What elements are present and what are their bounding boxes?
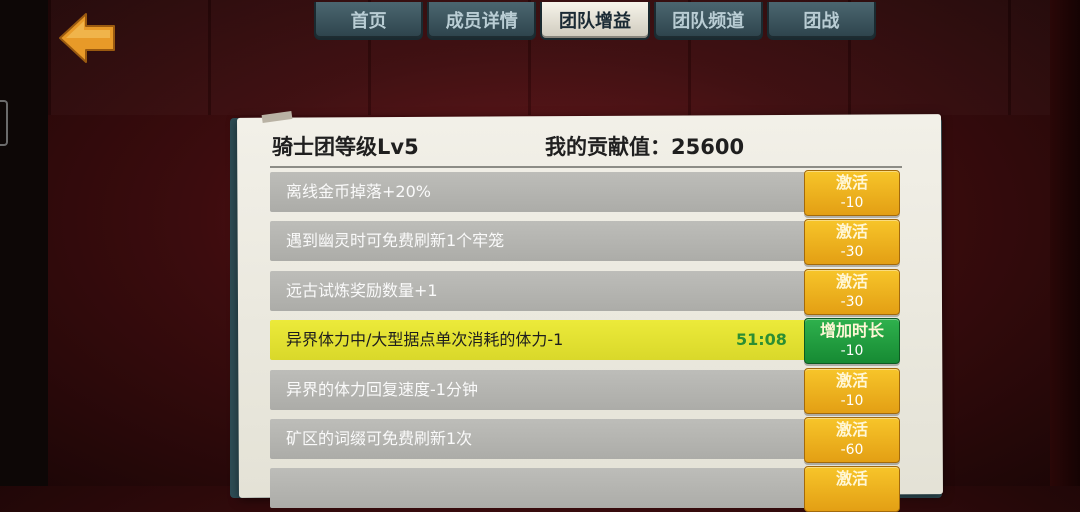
back-arrow-icon[interactable] (56, 8, 122, 66)
buff-label: 异界体力中/大型据点单次消耗的体力-1 (286, 330, 564, 349)
activate-button[interactable]: 激活 (804, 466, 900, 512)
buff-label: 异界的体力回复速度-1分钟 (286, 380, 478, 399)
activate-button[interactable]: 激活 -60 (804, 417, 900, 463)
button-label: 增加时长 (819, 321, 884, 340)
panel-header: 骑士团等级Lv5 我的贡献值：25600 (272, 131, 902, 165)
button-cost: -60 (840, 442, 864, 458)
button-label: 激活 (835, 272, 868, 291)
buff-label: 遇到幽灵时可免费刷新1个牢笼 (286, 231, 505, 250)
buff-timer: 51:08 (736, 330, 787, 349)
button-label: 激活 (835, 222, 868, 241)
button-cost: -10 (840, 343, 864, 359)
left-edge (0, 0, 48, 486)
contribution-value: 我的贡献值：25600 (545, 135, 745, 159)
buff-row: 远古试炼奖励数量+1 激活 -30 (270, 267, 900, 315)
buff-label: 远古试炼奖励数量+1 (286, 281, 438, 300)
guild-level: 骑士团等级Lv5 (272, 135, 419, 159)
buff-row: 激活 (270, 464, 900, 512)
buff-row: 遇到幽灵时可免费刷新1个牢笼 激活 -30 (270, 217, 900, 265)
buff-row-active: 异界体力中/大型据点单次消耗的体力-1 51:08 增加时长 -10 (270, 316, 900, 364)
button-cost: -10 (840, 393, 864, 409)
side-drawer-handle[interactable] (0, 100, 8, 146)
button-cost: -30 (840, 244, 864, 260)
buff-label: 离线金币掉落+20% (286, 182, 431, 201)
button-label: 激活 (835, 469, 868, 488)
buff-row: 矿区的词缀可免费刷新1次 激活 -60 (270, 415, 900, 463)
activate-button[interactable]: 激活 -30 (804, 269, 900, 315)
tab-member-details[interactable]: 成员详情 (427, 2, 537, 40)
buff-row: 异界的体力回复速度-1分钟 激活 -10 (270, 366, 900, 414)
tab-team-buffs[interactable]: 团队增益 (540, 2, 650, 40)
activate-button[interactable]: 激活 -10 (804, 368, 900, 414)
tab-team-channel[interactable]: 团队频道 (653, 2, 763, 40)
button-cost: -30 (840, 294, 864, 310)
buff-bar (270, 468, 808, 508)
button-cost: -10 (840, 195, 864, 211)
tab-bar: 首页 成员详情 团队增益 团队频道 团战 (314, 2, 877, 40)
extend-duration-button[interactable]: 增加时长 -10 (804, 318, 900, 364)
buff-label: 矿区的词缀可免费刷新1次 (286, 429, 473, 448)
button-label: 激活 (835, 420, 868, 439)
buff-row: 离线金币掉落+20% 激活 -10 (270, 168, 900, 216)
activate-button[interactable]: 激活 -30 (804, 219, 900, 265)
activate-button[interactable]: 激活 -10 (804, 170, 900, 216)
button-label: 激活 (835, 371, 868, 390)
button-label: 激活 (835, 173, 868, 192)
right-edge (1050, 0, 1080, 486)
tab-home[interactable]: 首页 (314, 2, 424, 40)
tab-team-battle[interactable]: 团战 (766, 2, 877, 40)
